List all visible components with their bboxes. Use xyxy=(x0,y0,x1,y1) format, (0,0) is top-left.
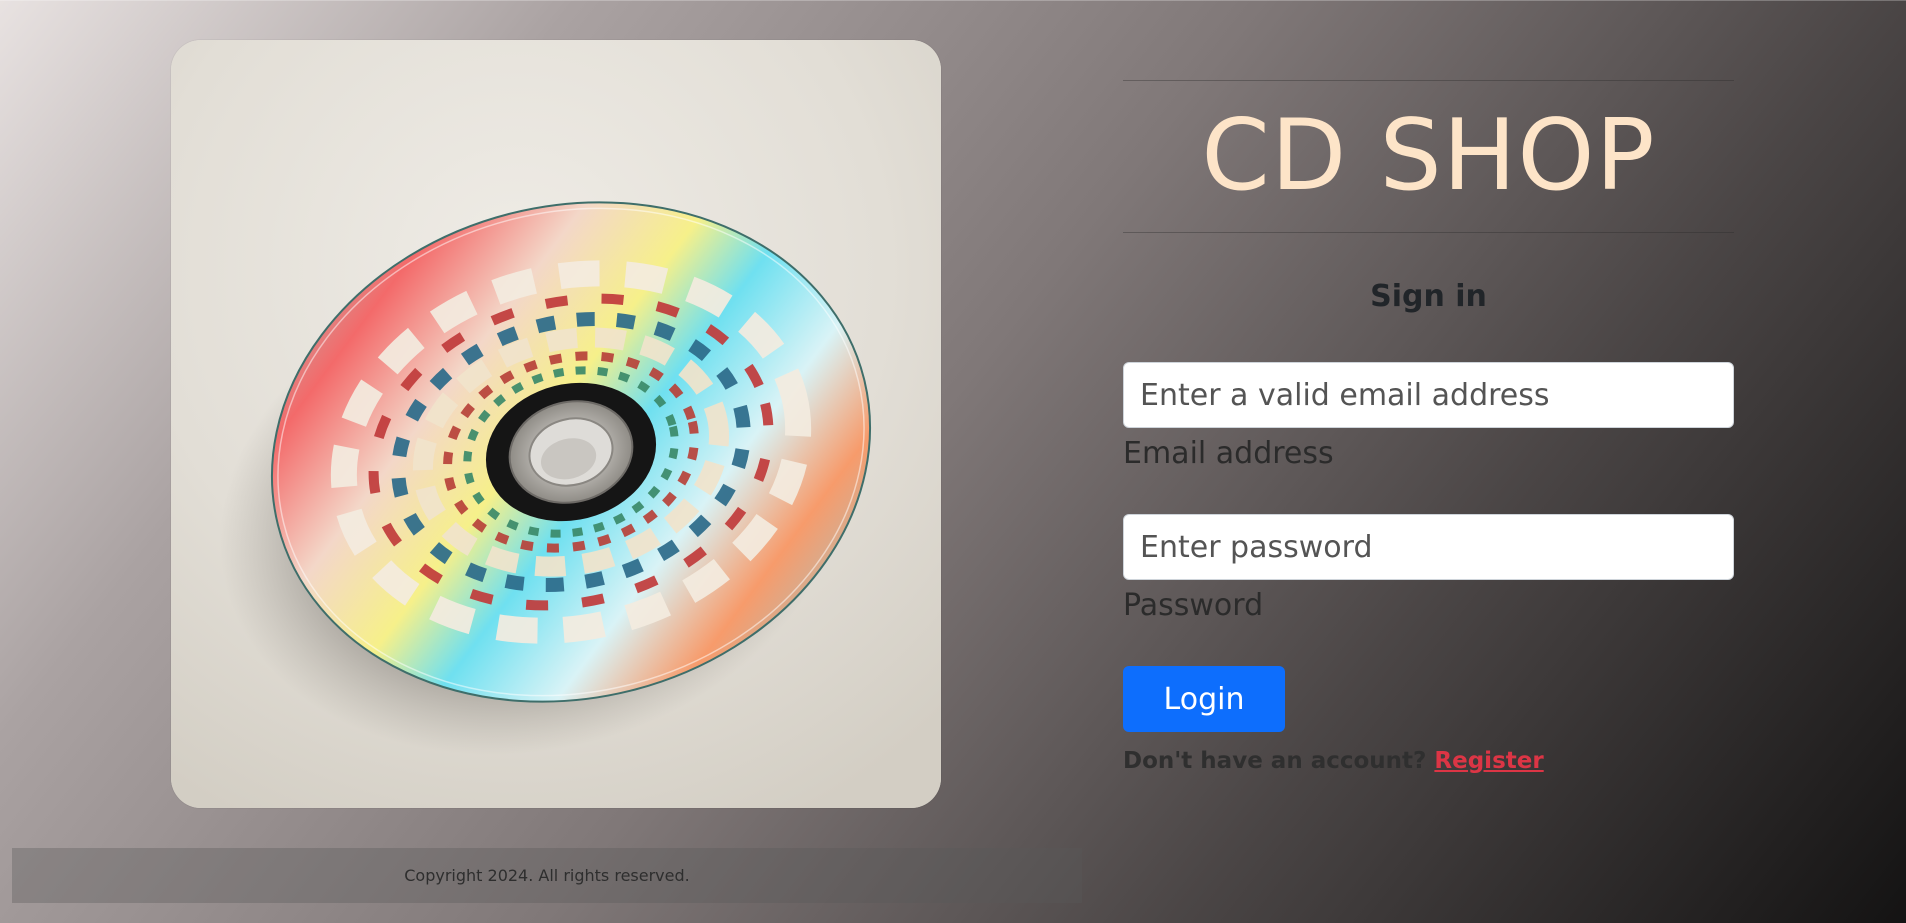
email-label: Email address xyxy=(1123,436,1334,471)
register-link[interactable]: Register xyxy=(1434,748,1543,774)
signin-heading: Sign in xyxy=(1370,279,1487,314)
email-input[interactable] xyxy=(1123,362,1734,428)
register-prompt: Don't have an account? Register xyxy=(1123,744,1734,778)
copyright-text: Copyright 2024. All rights reserved. xyxy=(404,866,690,885)
password-label: Password xyxy=(1123,588,1264,623)
cd-disc-illustration xyxy=(171,40,941,808)
footer: Copyright 2024. All rights reserved. xyxy=(12,848,1082,903)
bottom-divider xyxy=(1123,232,1734,233)
password-field-group: Password xyxy=(1123,514,1734,626)
hero-image-card xyxy=(171,40,941,808)
register-prompt-text: Don't have an account? xyxy=(1123,748,1427,774)
brand-title: CD SHOP xyxy=(1201,99,1656,213)
email-field-group: Email address xyxy=(1123,362,1734,474)
login-button[interactable]: Login xyxy=(1123,666,1285,732)
login-panel: CD SHOP Sign in Email address Password L… xyxy=(1123,80,1734,801)
password-input[interactable] xyxy=(1123,514,1734,580)
